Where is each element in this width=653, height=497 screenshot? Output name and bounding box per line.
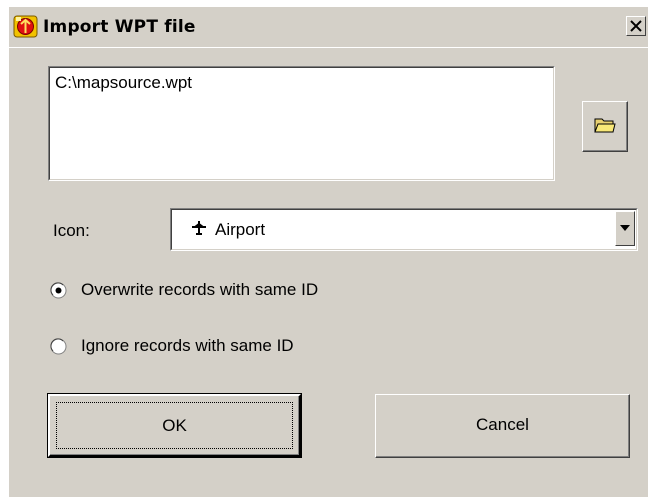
window-title: Import WPT file [43,17,196,37]
close-icon [630,20,642,32]
radio-button-checked[interactable] [50,282,67,299]
icon-dropdown[interactable]: Airport [170,208,638,251]
import-wpt-dialog: Import WPT file C:\mapsource.wpt Icon: A… [8,6,648,497]
cancel-button[interactable]: Cancel [375,394,630,458]
icon-dropdown-value: Airport [215,220,266,239]
radio-ignore[interactable]: Ignore records with same ID [50,336,370,358]
folder-icon [594,118,616,133]
ok-button[interactable]: OK [48,394,301,457]
browse-button[interactable] [582,101,628,152]
radio-button-unchecked[interactable] [50,338,67,355]
cancel-button-label: Cancel [476,415,529,434]
close-button[interactable] [626,16,646,36]
file-path-text: C:\mapsource.wpt [55,73,192,92]
title-bar[interactable]: Import WPT file [8,6,648,48]
icon-label: Icon: [53,221,90,240]
file-path-field[interactable]: C:\mapsource.wpt [48,66,555,181]
chevron-down-icon [620,225,630,231]
airplane-icon [191,220,207,241]
radio-ignore-label[interactable]: Ignore records with same ID [81,336,294,356]
ok-button-label: OK [162,416,187,435]
radio-overwrite-label[interactable]: Overwrite records with same ID [81,280,318,300]
radio-overwrite[interactable]: Overwrite records with same ID [50,280,410,302]
dropdown-button[interactable] [615,211,635,246]
app-icon [13,14,38,39]
